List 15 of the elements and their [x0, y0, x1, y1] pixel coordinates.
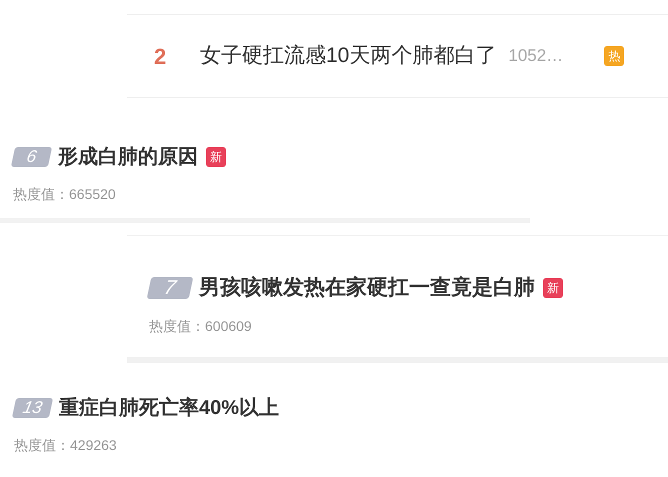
topic-title[interactable]: 男孩咳嗽发热在家硬扛一查竟是白肺	[199, 272, 535, 304]
rank-number: 2	[154, 42, 168, 70]
rank-badge: 7	[146, 276, 194, 299]
topic-title[interactable]: 重症白肺死亡率40%以上	[59, 393, 280, 423]
new-badge: 新	[543, 278, 563, 298]
rank-badge: 6	[10, 147, 52, 167]
heat-value: 热度值：600609	[149, 316, 253, 336]
heat-value: 热度值：665520	[13, 185, 117, 204]
hot-badge: 热	[604, 46, 624, 66]
new-badge: 新	[206, 147, 226, 167]
rank-badge: 13	[12, 398, 54, 418]
topic-title[interactable]: 女子硬扛流感10天两个肺都白了	[200, 40, 496, 72]
heat-value: 热度值：429263	[14, 436, 118, 455]
topic-title[interactable]: 形成白肺的原因	[58, 142, 198, 172]
heat-value: 1052…	[508, 45, 564, 68]
